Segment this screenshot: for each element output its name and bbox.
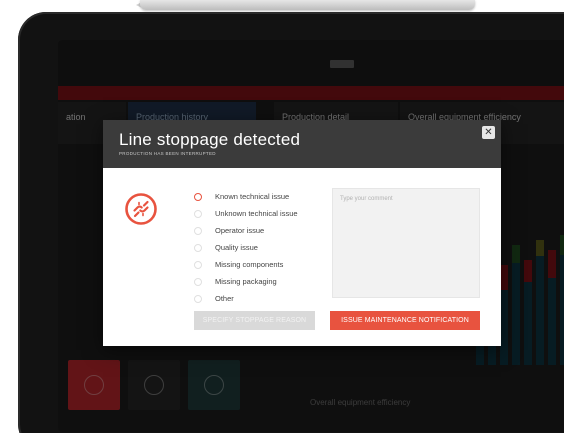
radio[interactable] (194, 226, 202, 235)
reason-label: Operator issue (215, 226, 265, 235)
reason-option-unknown-technical[interactable]: Unknown technical issue (194, 205, 334, 222)
reason-option-missing-packaging[interactable]: Missing packaging (194, 273, 334, 290)
close-icon[interactable]: ✕ (482, 126, 495, 139)
reason-label: Unknown technical issue (215, 209, 298, 218)
stylus (140, 0, 475, 10)
dialog-title: Line stoppage detected (119, 130, 301, 149)
radio-selected[interactable] (194, 192, 202, 201)
specify-stoppage-reason-button[interactable]: SPECIFY STOPPAGE REASON (194, 311, 315, 330)
dialog-header: Line stoppage detected PRODUCTION HAS BE… (103, 120, 501, 168)
stoppage-reason-list: Known technical issue Unknown technical … (194, 188, 334, 307)
radio[interactable] (194, 260, 202, 269)
reason-option-quality[interactable]: Quality issue (194, 239, 334, 256)
reason-option-known-technical[interactable]: Known technical issue (194, 188, 334, 205)
reason-label: Missing components (215, 260, 284, 269)
broken-chain-icon (125, 193, 157, 225)
radio[interactable] (194, 277, 202, 286)
reason-label: Missing packaging (215, 277, 277, 286)
reason-label: Other (215, 294, 234, 303)
reason-option-missing-components[interactable]: Missing components (194, 256, 334, 273)
radio[interactable] (194, 209, 202, 218)
reason-label: Known technical issue (215, 192, 290, 201)
reason-option-operator[interactable]: Operator issue (194, 222, 334, 239)
radio[interactable] (194, 243, 202, 252)
issue-maintenance-notification-button[interactable]: ISSUE MAINTENANCE NOTIFICATION (330, 311, 480, 330)
radio[interactable] (194, 294, 202, 303)
dialog-subtitle: PRODUCTION HAS BEEN INTERRUPTED (119, 151, 216, 156)
stage: ation Production history Production deta… (0, 0, 564, 433)
reason-option-other[interactable]: Other (194, 290, 334, 307)
line-stoppage-dialog: Line stoppage detected PRODUCTION HAS BE… (103, 120, 501, 346)
reason-label: Quality issue (215, 243, 258, 252)
comment-field[interactable] (332, 188, 480, 298)
